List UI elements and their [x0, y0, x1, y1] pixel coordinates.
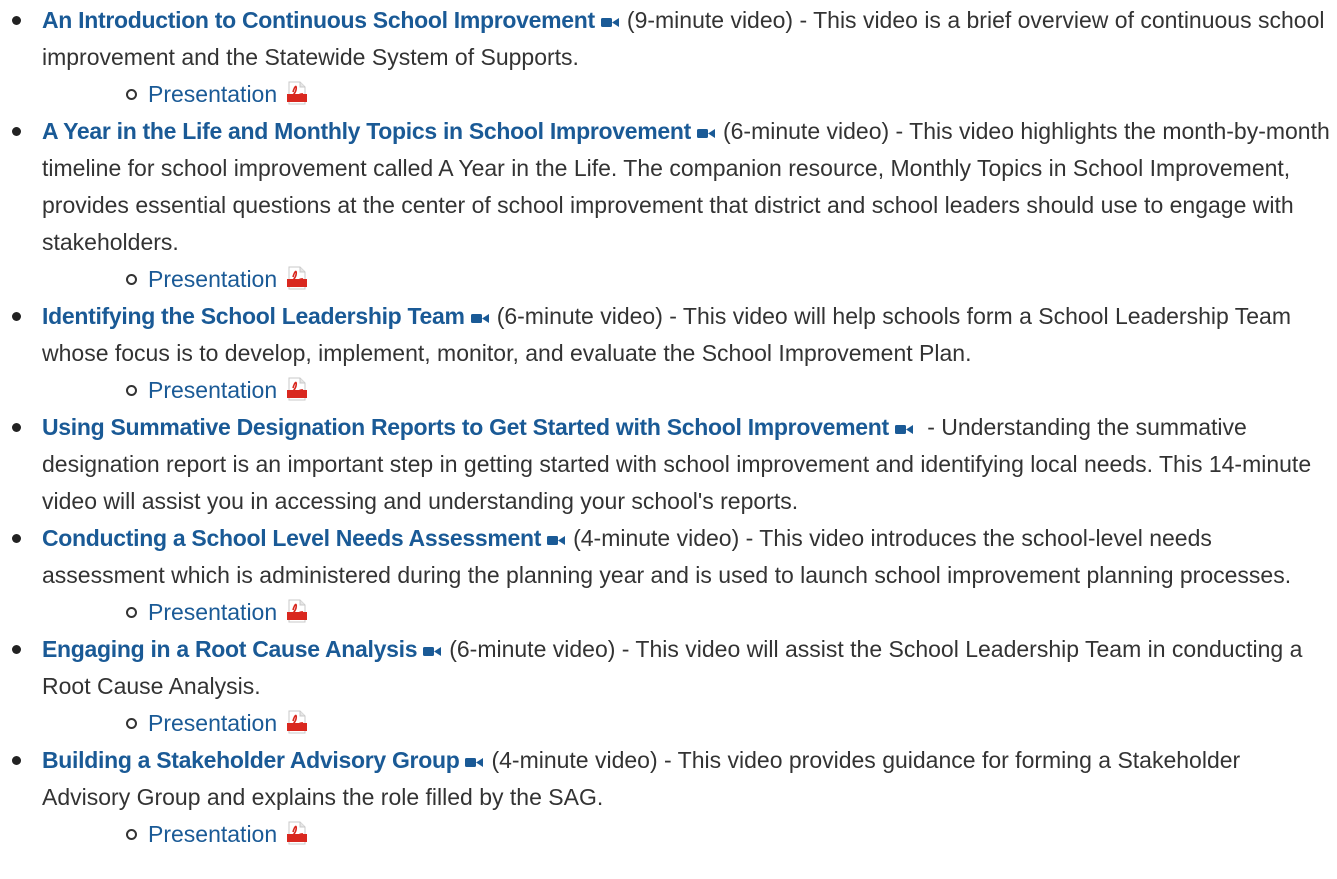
presentation-link[interactable]: Presentation — [148, 710, 277, 736]
video-link[interactable]: A Year in the Life and Monthly Topics in… — [42, 118, 691, 144]
video-resource-list: An Introduction to Continuous School Imp… — [0, 2, 1337, 853]
bullet — [12, 423, 21, 432]
list-item: Using Summative Designation Reports to G… — [0, 409, 1337, 520]
circle-bullet — [126, 274, 137, 285]
video-link[interactable]: Identifying the School Leadership Team — [42, 303, 465, 329]
video-duration: (4-minute video) - — [491, 747, 678, 773]
sub-list-item: Presentation — [42, 594, 1331, 631]
list-item: A Year in the Life and Monthly Topics in… — [0, 113, 1337, 298]
video-duration: (6-minute video) - — [722, 118, 910, 144]
sub-list: Presentation — [42, 816, 1331, 853]
video-duration: - — [920, 414, 942, 440]
video-duration: (9-minute video) - — [626, 7, 814, 33]
video-link[interactable]: Engaging in a Root Cause Analysis — [42, 636, 418, 662]
sub-list-item: Presentation — [42, 705, 1331, 742]
circle-bullet — [126, 89, 137, 100]
bullet — [12, 127, 21, 136]
video-duration: (6-minute video) - — [449, 636, 636, 662]
sub-list: Presentation — [42, 261, 1331, 298]
video-camera-icon — [470, 314, 489, 323]
video-link[interactable]: Conducting a School Level Needs Assessme… — [42, 525, 541, 551]
circle-bullet — [126, 385, 137, 396]
sub-list-item: Presentation — [42, 76, 1331, 113]
video-camera-icon — [600, 18, 619, 27]
presentation-link[interactable]: Presentation — [148, 599, 277, 625]
pdf-icon[interactable] — [285, 599, 309, 623]
list-item: Conducting a School Level Needs Assessme… — [0, 520, 1337, 631]
bullet — [12, 756, 21, 765]
video-link[interactable]: Using Summative Designation Reports to G… — [42, 414, 889, 440]
video-camera-icon — [547, 536, 566, 545]
pdf-icon[interactable] — [285, 266, 309, 290]
sub-list-item: Presentation — [42, 261, 1331, 298]
sub-list: Presentation — [42, 594, 1331, 631]
video-duration: (4-minute video) - — [573, 525, 760, 551]
pdf-icon[interactable] — [285, 81, 309, 105]
video-camera-icon — [696, 129, 715, 138]
list-item: Building a Stakeholder Advisory Group (4-… — [0, 742, 1337, 853]
sub-list: Presentation — [42, 372, 1331, 409]
bullet — [12, 16, 21, 25]
pdf-icon[interactable] — [285, 710, 309, 734]
sub-list: Presentation — [42, 705, 1331, 742]
video-link[interactable]: Building a Stakeholder Advisory Group — [42, 747, 460, 773]
circle-bullet — [126, 718, 137, 729]
list-item: An Introduction to Continuous School Imp… — [0, 2, 1337, 113]
video-camera-icon — [465, 758, 484, 767]
video-camera-icon — [894, 425, 913, 434]
sub-list: Presentation — [42, 76, 1331, 113]
sub-list-item: Presentation — [42, 816, 1331, 853]
circle-bullet — [126, 829, 137, 840]
bullet — [12, 645, 21, 654]
sub-list-item: Presentation — [42, 372, 1331, 409]
list-item: Engaging in a Root Cause Analysis (6-minu… — [0, 631, 1337, 742]
presentation-link[interactable]: Presentation — [148, 377, 277, 403]
video-camera-icon — [423, 647, 442, 656]
pdf-icon[interactable] — [285, 377, 309, 401]
bullet — [12, 534, 21, 543]
pdf-icon[interactable] — [285, 821, 309, 845]
bullet — [12, 312, 21, 321]
video-duration: (6-minute video) - — [496, 303, 683, 329]
presentation-link[interactable]: Presentation — [148, 266, 277, 292]
presentation-link[interactable]: Presentation — [148, 821, 277, 847]
list-item: Identifying the School Leadership Team (6… — [0, 298, 1337, 409]
circle-bullet — [126, 607, 137, 618]
presentation-link[interactable]: Presentation — [148, 81, 277, 107]
video-link[interactable]: An Introduction to Continuous School Imp… — [42, 7, 595, 33]
